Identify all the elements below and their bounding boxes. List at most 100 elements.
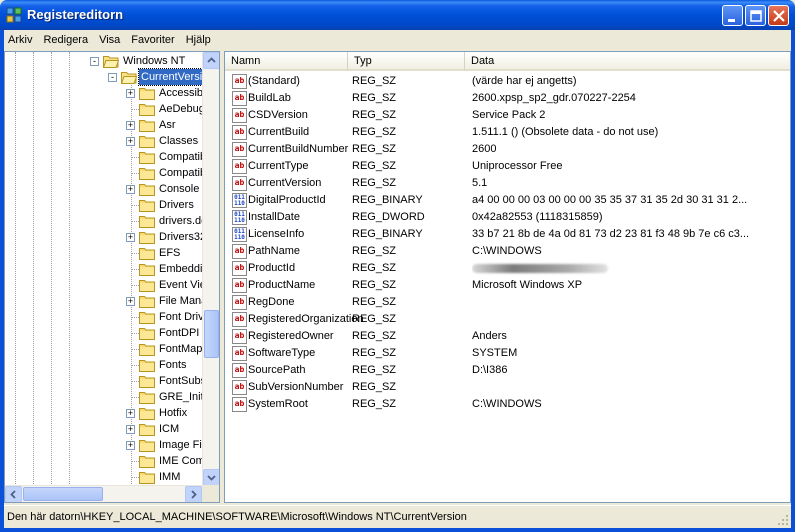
resize-grip-icon[interactable] [777, 514, 789, 526]
value-data: Uniprocessor Free [472, 160, 563, 172]
folder-icon [139, 424, 155, 436]
folder-icon [139, 104, 155, 116]
redacted-product-id [472, 264, 608, 273]
column-header-type[interactable]: Typ [348, 52, 465, 70]
tree-node-label[interactable]: AeDebug [157, 101, 207, 117]
tree-node-label[interactable]: Drivers32 [157, 229, 208, 245]
tree-node-label[interactable]: IMM [157, 469, 182, 485]
value-type: REG_SZ [352, 92, 397, 104]
chevron-right-icon [191, 490, 197, 499]
list-row[interactable]: ab RegisteredOrganization REG_SZ [225, 311, 790, 328]
menu-hjalp[interactable]: Hjälp [186, 34, 211, 46]
tree-node-label[interactable]: Console [157, 181, 201, 197]
list-row[interactable]: ab CSDVersion REG_SZ Service Pack 2 [225, 107, 790, 124]
tree-node-label[interactable]: ICM [157, 421, 181, 437]
column-header-data[interactable]: Data [465, 52, 790, 70]
maximize-button[interactable] [745, 5, 766, 26]
value-data: 1.511.1 () (Obsolete data - do not use) [472, 126, 659, 138]
list-row[interactable]: ab ProductId REG_SZ [225, 260, 790, 277]
binary-value-icon: 011 110 [232, 193, 247, 208]
menu-favoriter[interactable]: Favoriter [131, 34, 174, 46]
scroll-down-arrow[interactable] [203, 469, 219, 486]
value-data: D:\I386 [472, 364, 508, 376]
collapse-icon[interactable]: - [108, 73, 117, 82]
expand-icon[interactable]: + [126, 89, 135, 98]
minimize-button[interactable] [722, 5, 743, 26]
tree-node-label[interactable]: Drivers [157, 197, 196, 213]
scroll-up-arrow[interactable] [203, 52, 219, 69]
list-row[interactable]: 011 110 InstallDate REG_DWORD 0x42a82553 (1… [225, 209, 790, 226]
expand-icon[interactable]: + [126, 121, 135, 130]
scroll-right-arrow[interactable] [185, 486, 202, 502]
list-row[interactable]: 011 110 DigitalProductId REG_BINARY a4 00 0… [225, 192, 790, 209]
tree-node-label[interactable]: Hotfix [157, 405, 189, 421]
string-value-icon: ab [232, 125, 247, 140]
list-row[interactable]: ab CurrentBuildNumber REG_SZ 2600 [225, 141, 790, 158]
list-row[interactable]: ab BuildLab REG_SZ 2600.xpsp_sp2_gdr.070227… [225, 90, 790, 107]
value-name: PathName [248, 245, 300, 257]
tree-horizontal-scrollbar[interactable] [5, 485, 219, 502]
value-type: REG_SZ [352, 143, 397, 155]
chevron-left-icon [10, 490, 16, 499]
list-row[interactable]: 011 110 LicenseInfo REG_BINARY 33 b7 21 8b … [225, 226, 790, 243]
menu-visa[interactable]: Visa [99, 34, 120, 46]
list-row[interactable]: ab SourcePath REG_SZ D:\I386 [225, 362, 790, 379]
folder-icon [139, 456, 155, 468]
value-type: REG_SZ [352, 313, 397, 325]
value-type: REG_SZ [352, 330, 397, 342]
registry-tree[interactable]: - Windows NT - CurrentVersion + Accessibility… [4, 51, 220, 503]
close-button[interactable] [768, 5, 789, 26]
tree-node-label[interactable]: Asr [157, 117, 178, 133]
list-row[interactable]: ab CurrentBuild REG_SZ 1.511.1 () (Obsolete… [225, 124, 790, 141]
folder-icon [139, 344, 155, 356]
title-bar[interactable]: Registereditorn [0, 0, 795, 30]
collapse-icon[interactable]: - [90, 57, 99, 66]
value-name: CurrentVersion [248, 177, 322, 189]
list-row[interactable]: ab RegisteredOwner REG_SZ Anders [225, 328, 790, 345]
expand-icon[interactable]: + [126, 425, 135, 434]
expand-icon[interactable]: + [126, 409, 135, 418]
column-header-name[interactable]: Namn [225, 52, 348, 70]
scroll-left-arrow[interactable] [5, 486, 22, 502]
tree-node-label[interactable]: FontDPI [157, 325, 201, 341]
expand-icon[interactable]: + [126, 297, 135, 306]
menu-arkiv[interactable]: Arkiv [8, 34, 32, 46]
list-row[interactable]: ab RegDone REG_SZ [225, 294, 790, 311]
scroll-thumb[interactable] [204, 310, 219, 358]
tree-node-label[interactable]: Windows NT [121, 53, 187, 69]
menu-redigera[interactable]: Redigera [43, 34, 88, 46]
list-row[interactable]: ab SubVersionNumber REG_SZ [225, 379, 790, 396]
list-row[interactable]: ab CurrentType REG_SZ Uniprocessor Free [225, 158, 790, 175]
value-data: C:\WINDOWS [472, 245, 542, 257]
list-row[interactable]: ab (Standard) REG_SZ (värde har ej angetts) [225, 73, 790, 90]
folder-icon [139, 264, 155, 276]
tree-vertical-scrollbar[interactable] [202, 52, 219, 486]
values-list[interactable]: Namn Typ Data ab (Standard) REG_SZ (värde h… [224, 51, 791, 503]
tree-node-label[interactable]: EFS [157, 245, 182, 261]
folder-icon [139, 152, 155, 164]
value-data: SYSTEM [472, 347, 518, 359]
list-row[interactable]: ab SoftwareType REG_SZ SYSTEM [225, 345, 790, 362]
expand-icon[interactable]: + [126, 441, 135, 450]
list-row[interactable]: ab ProductName REG_SZ Microsoft Windows XP [225, 277, 790, 294]
list-row[interactable]: ab CurrentVersion REG_SZ 5.1 [225, 175, 790, 192]
value-type: REG_SZ [352, 75, 397, 87]
tree-node-label[interactable]: Classes [157, 133, 200, 149]
hscroll-thumb[interactable] [23, 487, 103, 501]
value-data: 0x42a82553 (1118315859) [472, 211, 603, 223]
value-type: REG_SZ [352, 296, 397, 308]
value-name: CSDVersion [248, 109, 308, 121]
value-name: RegDone [248, 296, 295, 308]
string-value-icon: ab [232, 261, 247, 276]
expand-icon[interactable]: + [126, 137, 135, 146]
list-row[interactable]: ab SystemRoot REG_SZ C:\WINDOWS [225, 396, 790, 413]
tree-node-label[interactable]: Fonts [157, 357, 189, 373]
value-name: (Standard) [248, 75, 300, 87]
expand-icon[interactable]: + [126, 185, 135, 194]
list-row[interactable]: ab PathName REG_SZ C:\WINDOWS [225, 243, 790, 260]
value-type: REG_SZ [352, 347, 397, 359]
value-name: RegisteredOwner [248, 330, 334, 342]
value-type: REG_SZ [352, 126, 397, 138]
expand-icon[interactable]: + [126, 233, 135, 242]
value-type: REG_SZ [352, 177, 397, 189]
